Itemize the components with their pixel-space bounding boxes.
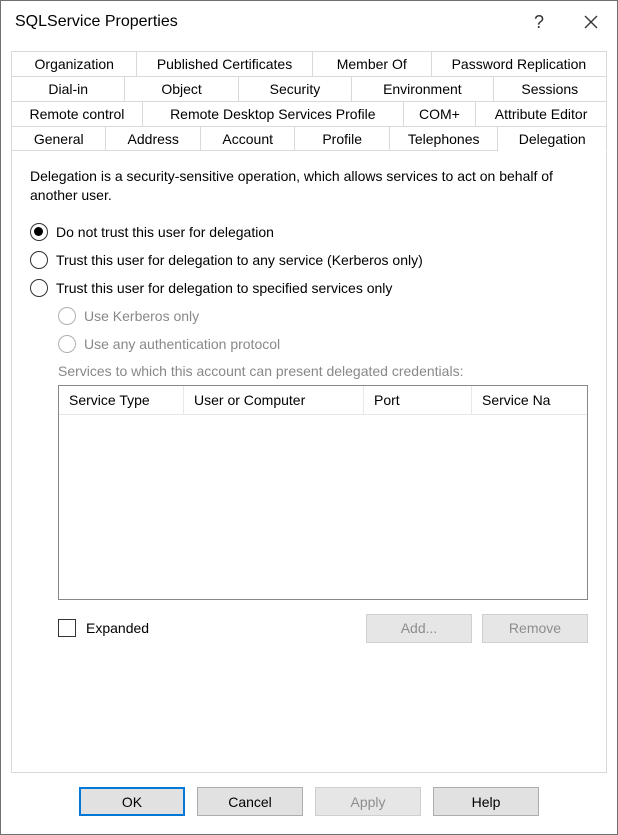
radio-label: Use any authentication protocol xyxy=(84,336,280,352)
add-button: Add... xyxy=(366,614,472,643)
radio-icon xyxy=(58,307,76,325)
tab-remote-control[interactable]: Remote control xyxy=(11,101,143,126)
radio-icon xyxy=(30,251,48,269)
tab-published-certificates[interactable]: Published Certificates xyxy=(136,51,312,76)
tab-attribute-editor[interactable]: Attribute Editor xyxy=(475,101,607,126)
close-button[interactable] xyxy=(565,1,617,43)
properties-dialog: SQLService Properties ? Organization Pub… xyxy=(0,0,618,835)
titlebar: SQLService Properties ? xyxy=(1,1,617,43)
tab-organization[interactable]: Organization xyxy=(11,51,137,76)
radio-trust-any-service[interactable]: Trust this user for delegation to any se… xyxy=(30,251,588,269)
tab-security[interactable]: Security xyxy=(238,76,352,101)
radio-label: Use Kerberos only xyxy=(84,308,199,324)
tab-delegation[interactable]: Delegation xyxy=(497,126,607,152)
services-table[interactable]: Service Type User or Computer Port Servi… xyxy=(58,385,588,600)
help-button-footer[interactable]: Help xyxy=(433,787,539,816)
tab-strip: Organization Published Certificates Memb… xyxy=(11,51,607,151)
below-table-row: Expanded Add... Remove xyxy=(58,614,588,643)
radio-trust-specified-services[interactable]: Trust this user for delegation to specif… xyxy=(30,279,588,297)
table-header: Service Type User or Computer Port Servi… xyxy=(59,386,587,415)
tab-sessions[interactable]: Sessions xyxy=(493,76,607,101)
radio-label: Do not trust this user for delegation xyxy=(56,224,274,240)
col-port[interactable]: Port xyxy=(364,386,472,415)
col-user-or-computer[interactable]: User or Computer xyxy=(184,386,364,415)
radio-label: Trust this user for delegation to specif… xyxy=(56,280,392,296)
services-label: Services to which this account can prese… xyxy=(58,363,588,379)
window-title: SQLService Properties xyxy=(15,13,513,31)
close-icon xyxy=(584,15,598,29)
tab-rds-profile[interactable]: Remote Desktop Services Profile xyxy=(142,101,404,126)
radio-icon xyxy=(30,279,48,297)
tab-profile[interactable]: Profile xyxy=(294,126,389,151)
tab-object[interactable]: Object xyxy=(124,76,238,101)
tab-com-plus[interactable]: COM+ xyxy=(403,101,476,126)
tab-member-of[interactable]: Member Of xyxy=(312,51,432,76)
radio-label: Trust this user for delegation to any se… xyxy=(56,252,423,268)
radio-use-kerberos-only: Use Kerberos only xyxy=(58,307,588,325)
tab-address[interactable]: Address xyxy=(105,126,200,151)
tab-password-replication[interactable]: Password Replication xyxy=(431,51,607,76)
radio-icon xyxy=(58,335,76,353)
col-service-name[interactable]: Service Na xyxy=(472,386,587,415)
radio-do-not-trust[interactable]: Do not trust this user for delegation xyxy=(30,223,588,241)
tab-telephones[interactable]: Telephones xyxy=(389,126,499,151)
content: Organization Published Certificates Memb… xyxy=(1,43,617,773)
delegation-description: Delegation is a security-sensitive opera… xyxy=(30,167,588,205)
radio-icon xyxy=(30,223,48,241)
delegation-panel: Delegation is a security-sensitive opera… xyxy=(11,150,607,773)
sub-options: Use Kerberos only Use any authentication… xyxy=(58,307,588,643)
tab-dial-in[interactable]: Dial-in xyxy=(11,76,125,101)
apply-button: Apply xyxy=(315,787,421,816)
col-service-type[interactable]: Service Type xyxy=(59,386,184,415)
tab-account[interactable]: Account xyxy=(200,126,295,151)
dialog-footer: OK Cancel Apply Help xyxy=(1,773,617,834)
remove-button: Remove xyxy=(482,614,588,643)
expanded-label: Expanded xyxy=(86,620,149,636)
tab-general[interactable]: General xyxy=(11,126,106,151)
cancel-button[interactable]: Cancel xyxy=(197,787,303,816)
radio-use-any-auth: Use any authentication protocol xyxy=(58,335,588,353)
help-button[interactable]: ? xyxy=(513,1,565,43)
ok-button[interactable]: OK xyxy=(79,787,185,816)
tab-environment[interactable]: Environment xyxy=(351,76,493,101)
expanded-checkbox[interactable] xyxy=(58,619,76,637)
